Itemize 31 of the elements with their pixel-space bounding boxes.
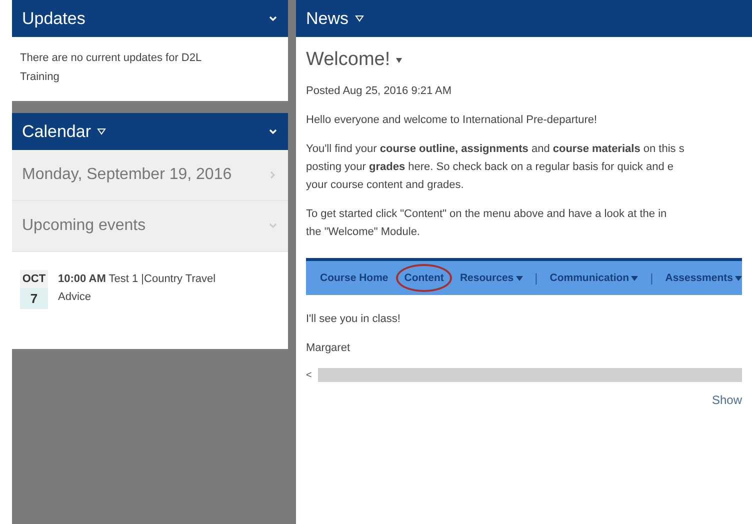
paragraph: Hello everyone and welcome to International Pre-departure!: [306, 113, 598, 128]
show-link[interactable]: Show: [712, 393, 742, 407]
scroll-left-arrow[interactable]: <: [306, 370, 312, 380]
caret-icon[interactable]: [396, 58, 402, 62]
chevron-icon[interactable]: [268, 14, 278, 24]
event-text[interactable]: 10:00 AM Test 1 |Country Travel Advice: [58, 270, 233, 306]
upcoming-row[interactable]: Upcoming events: [12, 201, 288, 252]
paragraph: You'll find your course outline, assignments and course materials on this s posting your grades here. So check back on a regular basis for quick and e your course content and grades.: [306, 142, 686, 193]
event-month: OCT: [20, 270, 48, 288]
nav-divider: |: [650, 271, 654, 285]
scrollbar-track[interactable]: [318, 368, 742, 382]
news-title: Welcome!: [306, 49, 390, 71]
paragraph: I'll see you in class!: [306, 312, 402, 327]
widget-title: Calendar: [22, 122, 91, 142]
updates-message: There are no current updates for D2L Training: [19, 51, 202, 85]
chevron-icon[interactable]: [268, 126, 278, 136]
event-day: 7: [20, 288, 48, 309]
highlight-circle: [396, 264, 452, 292]
paragraph: To get started click "Content" on the menu above and have a look at the in the "Welcome" Module.: [306, 207, 668, 240]
caret-icon: [631, 276, 638, 280]
caret-icon[interactable]: [97, 128, 106, 135]
widget-title: News: [306, 8, 349, 28]
caret-icon: [516, 276, 523, 280]
caret-icon[interactable]: [354, 15, 364, 22]
date-label: Monday, September 19, 2016: [22, 166, 232, 184]
date-row[interactable]: Monday, September 19, 2016: [12, 150, 288, 201]
posted-date: Posted Aug 25, 2016 9:21 AM: [306, 84, 453, 99]
widget-title: Updates: [22, 8, 86, 28]
paragraph: Margaret: [306, 341, 352, 356]
upcoming-label: Upcoming events: [22, 217, 146, 235]
nav-divider: |: [534, 271, 538, 285]
